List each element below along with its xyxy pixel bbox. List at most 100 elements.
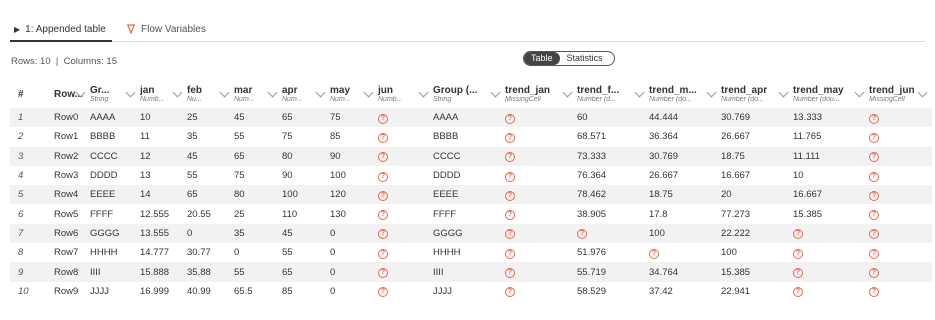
table-cell: AAAA <box>90 112 116 124</box>
toggle-statistics[interactable]: Statistics <box>560 52 610 65</box>
table-cell: ? <box>869 108 932 127</box>
table-cell: 55 <box>234 266 245 278</box>
table-cell: Row6 <box>54 227 79 239</box>
table-row[interactable]: 1 Row0 AAAA 10 25 45 65 75? AAAA? 60 44.444 30.769 1… <box>10 108 932 128</box>
missing-value-icon: ? <box>505 190 515 201</box>
column-header[interactable]: jun Numb... <box>378 80 433 108</box>
table-cell: 22.222 <box>721 227 751 239</box>
missing-value-icon: ? <box>869 210 879 221</box>
missing-value-icon: ? <box>793 229 803 240</box>
missing-value-icon: ? <box>378 171 388 182</box>
table-cell: 100 <box>721 247 737 259</box>
table-cell: 45 <box>234 112 245 124</box>
column-header[interactable]: trend_jan MissingCell <box>505 80 577 108</box>
column-header[interactable]: may Num... <box>330 80 378 108</box>
table-cell: 85 <box>330 131 341 143</box>
table-cell: ? <box>378 282 433 301</box>
table-cell: 12 <box>140 150 151 162</box>
table-row[interactable]: 10 Row9 JJJJ 16.999 40.99 65.5 85 0? JJJJ? 58.529… <box>10 282 932 301</box>
table-cell: 20.55 <box>187 208 211 220</box>
table-cell: 17.8 <box>649 208 668 220</box>
table-cell: EEEE <box>90 189 116 201</box>
table-cell: Row3 <box>54 170 79 182</box>
table-cell: IIII <box>433 266 444 278</box>
table-cell: FFFF <box>90 208 114 220</box>
table-cell: ? <box>505 108 577 127</box>
table-cell: AAAA <box>433 112 459 124</box>
table-cell: ? <box>505 166 577 185</box>
row-index: 7 <box>18 227 24 239</box>
table-cell: 51.976 <box>577 247 607 259</box>
table-row[interactable]: 5 Row4 EEEE 14 65 80 100 120? EEEE? 78.462 18.75 20… <box>10 185 932 205</box>
table-cell: 75 <box>282 131 293 143</box>
column-header[interactable]: Gr... String <box>90 80 140 108</box>
missing-value-icon: ? <box>505 287 515 298</box>
table-cell: 85 <box>282 285 293 297</box>
column-header[interactable]: trend_may Number (dou... <box>793 80 869 108</box>
missing-value-icon: ? <box>869 190 879 201</box>
column-header[interactable]: trend_m... Number (do... <box>649 80 721 108</box>
table-cell: EEEE <box>433 189 459 201</box>
table-cell: 11.111 <box>793 150 820 162</box>
column-header[interactable]: feb Nu... <box>187 80 234 108</box>
table-cell: 16.999 <box>140 285 170 297</box>
table-cell: ? <box>577 224 649 243</box>
data-table: # Row... Gr... String jan Numb... feb Nu... mar N… <box>10 80 932 301</box>
row-index: 10 <box>18 285 29 297</box>
missing-value-icon: ? <box>793 268 803 279</box>
column-header[interactable]: Group (... String <box>433 80 505 108</box>
column-header[interactable]: jan Numb... <box>140 80 187 108</box>
missing-value-icon: ? <box>378 190 388 201</box>
table-cell: 25 <box>187 112 198 124</box>
table-cell: JJJJ <box>90 285 109 297</box>
missing-value-icon: ? <box>505 248 515 259</box>
missing-value-icon: ? <box>378 229 388 240</box>
table-cell: 26.667 <box>649 170 679 182</box>
table-row[interactable]: 7 Row6 GGGG 13.555 0 35 45 0? GGGG?? 100 22.222?? <box>10 223 932 244</box>
toggle-table[interactable]: Table <box>524 52 560 65</box>
column-type: Numb... <box>140 95 165 103</box>
table-cell: 14.777 <box>140 247 170 259</box>
table-cell: ? <box>505 262 577 281</box>
column-header[interactable]: trend_apr Number (do... <box>721 80 793 108</box>
column-type: Nu... <box>187 95 202 103</box>
column-header[interactable]: trend_jun MissingCell <box>869 80 932 108</box>
table-cell: 34.764 <box>649 266 679 278</box>
table-cell: ? <box>869 185 932 204</box>
table-cell: ? <box>505 127 577 146</box>
table-cell: ? <box>869 147 932 166</box>
table-cell: 22.941 <box>721 285 751 297</box>
tab-appended-table[interactable]: ▶ 1: Appended table <box>10 19 112 42</box>
missing-value-icon: ? <box>649 248 659 259</box>
table-row[interactable]: 4 Row3 DDDD 13 55 75 90 100? DDDD? 76.364 26.667 16… <box>10 166 932 185</box>
row-index: 3 <box>18 150 24 162</box>
table-row[interactable]: 9 Row8 IIII 15.888 35.88 55 65 0? IIII? 55.719 34.… <box>10 262 932 282</box>
table-cell: ? <box>378 224 433 243</box>
table-row[interactable]: 6 Row5 FFFF 12.555 20.55 25 110 130? FFFF? 38.905… <box>10 204 932 223</box>
column-type: Numb... <box>378 95 403 103</box>
table-cell: JJJJ <box>433 285 452 297</box>
table-cell: ? <box>793 243 869 262</box>
table-cell: BBBB <box>90 131 116 143</box>
table-cell: 75 <box>330 112 341 124</box>
column-header[interactable]: apr Num... <box>282 80 330 108</box>
table-cell: 65.5 <box>234 285 253 297</box>
table-cell: 18.75 <box>721 150 745 162</box>
missing-value-icon: ? <box>505 268 515 279</box>
table-row[interactable]: 8 Row7 HHHH 14.777 30.77 0 55 0? HHHH? 51.976? 100… <box>10 243 932 262</box>
table-cell: 80 <box>234 189 245 201</box>
missing-value-icon: ? <box>869 287 879 298</box>
table-row[interactable]: 3 Row2 CCCC 12 45 65 80 90? CCCC? 73.333 30.769 18.… <box>10 146 932 166</box>
table-cell: ? <box>505 282 577 301</box>
table-cell: BBBB <box>433 131 459 143</box>
table-cell: 20 <box>721 189 732 201</box>
tab-label: Flow Variables <box>141 23 206 35</box>
column-header[interactable]: mar Num... <box>234 80 282 108</box>
column-header[interactable]: Row... <box>54 80 90 108</box>
table-cell: 15.385 <box>721 266 751 278</box>
table-cell: 12.555 <box>140 208 170 220</box>
column-header[interactable]: trend_f... Number (d... <box>577 80 649 108</box>
table-row[interactable]: 2 Row1 BBBB 11 35 55 75 85? BBBB? 68.571 36.364 26.… <box>10 127 932 146</box>
table-cell: 0 <box>330 227 336 239</box>
tab-flow-variables[interactable]: Flow Variables <box>126 19 206 39</box>
